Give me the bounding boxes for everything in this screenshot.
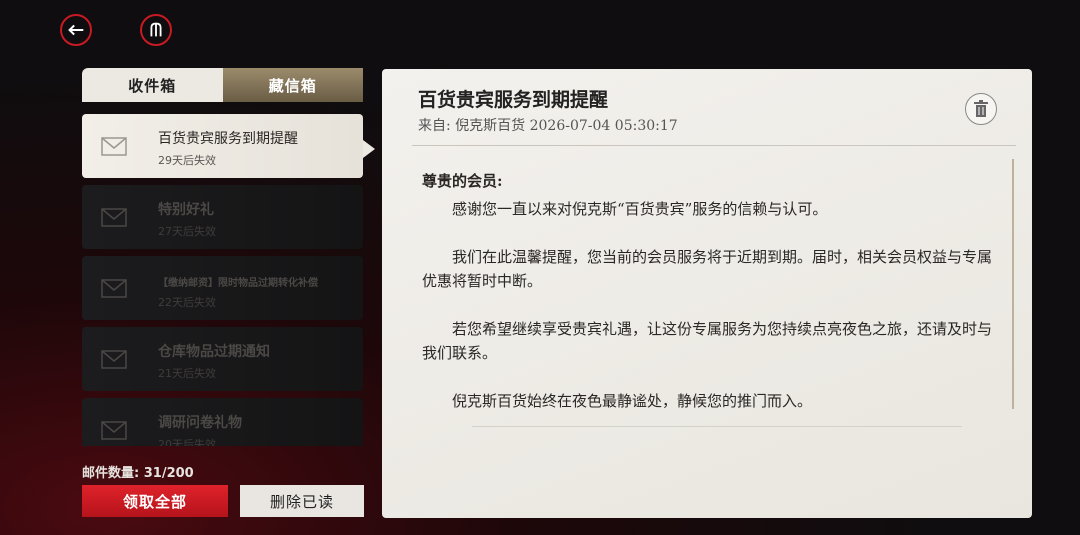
mail-title: 百货贵宾服务到期提醒	[158, 131, 298, 147]
mail-title: 调研问卷礼物	[158, 415, 242, 431]
envelope-icon	[101, 137, 127, 156]
letter-greeting: 尊贵的会员:	[422, 172, 503, 190]
back-button[interactable]	[60, 14, 92, 46]
mail-expire: 20天后失效	[158, 438, 216, 446]
envelope-icon	[101, 279, 127, 298]
list-item[interactable]: 仓库物品过期通知 21天后失效	[82, 327, 363, 391]
envelope-icon	[101, 350, 127, 369]
mail-expire: 27天后失效	[158, 225, 216, 238]
trash-icon	[974, 100, 988, 117]
mail-count: 邮件数量: 31/200	[82, 466, 194, 481]
mail-title: 【缴纳邮资】限时物品过期转化补偿	[158, 278, 318, 289]
list-item[interactable]: 百货贵宾服务到期提醒 29天后失效	[82, 114, 363, 178]
crest-icon	[150, 22, 162, 37]
mail-list[interactable]: 百货贵宾服务到期提醒 29天后失效 特别好礼 27天后失效 【缴纳邮资】限时物品…	[82, 114, 363, 446]
footer-divider	[472, 426, 962, 427]
mail-expire: 29天后失效	[158, 154, 216, 167]
mailbox-tabs: 收件箱 藏信箱	[82, 68, 363, 102]
arrow-left-icon	[68, 24, 84, 36]
letter-body: 尊贵的会员: 感谢您一直以来对倪克斯“百货贵宾”服务的信赖与认可。 我们在此温馨…	[422, 169, 1004, 437]
letter-paragraph: 倪克斯百货始终在夜色最静谧处，静候您的推门而入。	[452, 392, 813, 410]
letter-paragraph: 若您希望继续享受贵宾礼遇，让这份专属服务为您持续点亮夜色之旅，还请及时与我们联系…	[422, 320, 993, 362]
mail-title: 特别好礼	[158, 202, 214, 218]
letter-sender: 来自: 倪克斯百货 2026-07-04 05:30:17	[418, 118, 678, 134]
envelope-icon	[101, 208, 127, 227]
letter-paragraph: 感谢您一直以来对倪克斯“百货贵宾”服务的信赖与认可。	[452, 200, 828, 218]
scrollbar[interactable]	[1012, 159, 1014, 409]
list-item[interactable]: 调研问卷礼物 20天后失效	[82, 398, 363, 446]
home-button[interactable]	[140, 14, 172, 46]
mail-title: 仓库物品过期通知	[158, 344, 270, 360]
header-divider	[412, 145, 1016, 146]
letter-subject: 百货贵宾服务到期提醒	[418, 89, 609, 111]
list-item[interactable]: 【缴纳邮资】限时物品过期转化补偿 22天后失效	[82, 256, 363, 320]
delete-read-button[interactable]: 删除已读	[240, 485, 364, 517]
tab-saved[interactable]: 藏信箱	[222, 68, 363, 102]
letter-panel: 百货贵宾服务到期提醒 来自: 倪克斯百货 2026-07-04 05:30:17…	[382, 69, 1032, 518]
tab-inbox[interactable]: 收件箱	[82, 68, 223, 102]
list-item[interactable]: 特别好礼 27天后失效	[82, 185, 363, 249]
selection-pointer	[363, 140, 375, 158]
claim-all-button[interactable]: 领取全部	[82, 485, 228, 517]
delete-mail-button[interactable]	[965, 93, 997, 125]
mail-expire: 21天后失效	[158, 367, 216, 380]
mail-expire: 22天后失效	[158, 296, 216, 309]
letter-paragraph: 我们在此温馨提醒，您当前的会员服务将于近期到期。届时，相关会员权益与专属优惠将暂…	[422, 248, 993, 290]
envelope-icon	[101, 421, 127, 440]
